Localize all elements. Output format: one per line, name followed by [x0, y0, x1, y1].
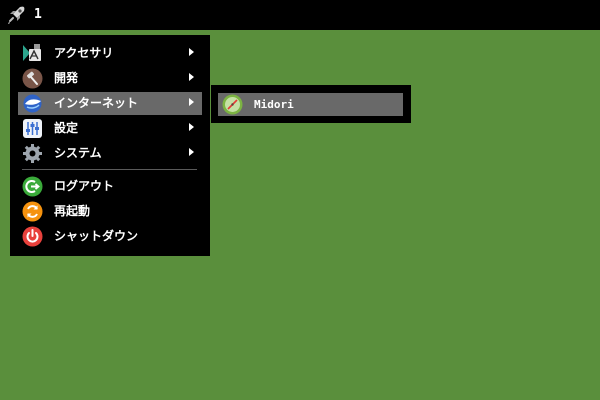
- gear-icon: [23, 144, 42, 163]
- submenu-arrow-icon: [189, 73, 194, 81]
- hammer-icon: [22, 68, 43, 89]
- menu-item-internet[interactable]: インターネット: [18, 92, 202, 115]
- menu-item-label: 再起動: [54, 204, 91, 218]
- menu-separator: [22, 169, 197, 170]
- menu-item-system[interactable]: システム: [18, 142, 202, 165]
- top-panel: 1: [0, 0, 600, 30]
- menu-item-development[interactable]: 開発: [18, 67, 202, 90]
- submenu-arrow-icon: [189, 123, 194, 131]
- menu-item-label: ログアウト: [54, 179, 115, 193]
- submenu-arrow-icon: [189, 98, 194, 106]
- workspace-number[interactable]: 1: [34, 6, 42, 24]
- menu-item-label: Midori: [254, 98, 294, 111]
- menu-item-label: インターネット: [54, 96, 139, 110]
- settings-panel-icon: [23, 119, 42, 138]
- application-menu: アクセサリ 開発 インターネット 設定 システム ログアウト 再起動 シャットダ…: [10, 35, 210, 256]
- accessories-icon: [23, 44, 41, 61]
- menu-item-midori[interactable]: Midori: [218, 93, 403, 116]
- midori-browser-icon: [222, 94, 243, 115]
- restart-icon: [22, 201, 43, 222]
- submenu-arrow-icon: [189, 148, 194, 156]
- menu-item-label: シャットダウン: [54, 229, 139, 243]
- menu-item-settings[interactable]: 設定: [18, 117, 202, 140]
- menu-item-accessories[interactable]: アクセサリ: [18, 42, 202, 65]
- rocket-icon[interactable]: [5, 4, 27, 26]
- submenu-arrow-icon: [189, 48, 194, 56]
- menu-item-restart[interactable]: 再起動: [18, 200, 202, 223]
- logout-icon: [22, 176, 43, 197]
- menu-item-logout[interactable]: ログアウト: [18, 175, 202, 198]
- menu-item-label: システム: [54, 146, 102, 160]
- power-icon: [22, 226, 43, 247]
- menu-item-label: 開発: [54, 71, 79, 85]
- menu-item-label: 設定: [54, 121, 79, 135]
- internet-submenu: Midori: [211, 85, 411, 123]
- globe-icon: [23, 94, 42, 113]
- menu-item-shutdown[interactable]: シャットダウン: [18, 225, 202, 248]
- menu-item-label: アクセサリ: [54, 46, 114, 60]
